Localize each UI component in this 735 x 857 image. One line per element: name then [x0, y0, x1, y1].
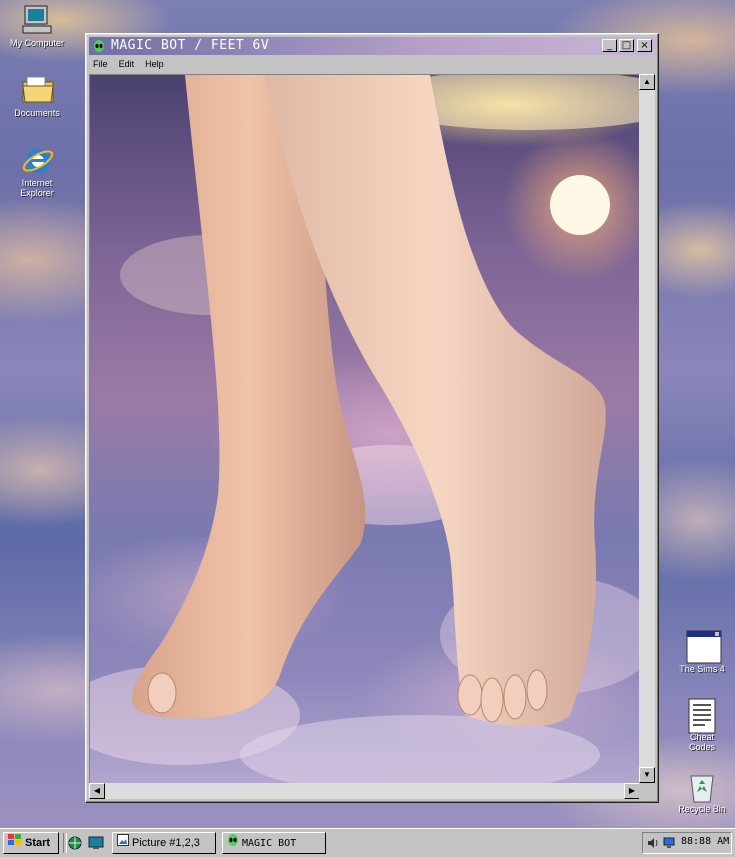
desktop-icon-cheat-codes[interactable]: Cheat Codes: [665, 698, 735, 752]
picture-icon: [117, 833, 129, 853]
desktop-icon-label: Cheat Codes: [688, 732, 715, 752]
scroll-up-button[interactable]: ▲: [639, 74, 655, 90]
window-app-icon: [686, 630, 722, 664]
menu-file[interactable]: File: [89, 57, 112, 72]
desktop-icon-recycle-bin[interactable]: Recycle Bin: [665, 770, 735, 814]
computer-icon: [21, 4, 53, 36]
scroll-left-button[interactable]: ◀: [89, 783, 105, 799]
minimize-button[interactable]: _: [602, 39, 617, 52]
desktop-icon-label: Internet Explorer: [20, 178, 54, 198]
size-grip[interactable]: [639, 783, 655, 799]
desktop-icon[interactable]: [88, 836, 104, 853]
browser-globe-icon[interactable]: [68, 836, 82, 853]
desktop-icon-label: Documents: [14, 108, 60, 118]
clock[interactable]: 88:88 AM: [681, 836, 729, 847]
menu-edit[interactable]: Edit: [115, 57, 139, 72]
maximize-button[interactable]: □: [619, 39, 634, 52]
taskbar: Start Picture #1,2,3 MAGIC BOT 88:88 AM: [0, 828, 735, 857]
close-button[interactable]: ×: [637, 39, 652, 52]
desktop-icon-internet-explorer[interactable]: Internet Explorer: [0, 144, 74, 198]
scroll-down-button[interactable]: ▼: [639, 767, 655, 783]
scroll-right-button[interactable]: ▶: [624, 783, 640, 799]
task-picture[interactable]: Picture #1,2,3: [112, 832, 216, 854]
alien-icon: [227, 833, 239, 853]
monitor-icon[interactable]: [663, 837, 675, 852]
window-titlebar[interactable]: MAGIC BOT / FEET 6V _ □ ×: [89, 37, 655, 55]
task-label: Picture #1,2,3: [132, 837, 200, 849]
task-label: MAGIC BOT: [242, 838, 297, 849]
ie-icon: [21, 144, 54, 176]
alien-icon: [93, 40, 105, 52]
quick-launch-divider: [63, 833, 67, 853]
task-magic-bot[interactable]: MAGIC BOT: [222, 832, 326, 854]
desktop-icon-documents[interactable]: Documents: [0, 74, 74, 118]
recycle-bin-icon: [686, 770, 718, 803]
menu-bar: File Edit Help: [89, 57, 655, 72]
desktop-icon-label: My Computer: [9, 38, 64, 48]
window-title: MAGIC BOT / FEET 6V: [111, 38, 270, 53]
windows-logo-icon: [8, 833, 22, 853]
start-label: Start: [25, 837, 51, 849]
folder-icon: [21, 74, 54, 106]
speaker-icon[interactable]: [647, 837, 659, 852]
feet-in-clouds-image: [90, 75, 641, 784]
desktop-icon-the-sims-4[interactable]: The Sims 4: [665, 630, 735, 674]
magic-bot-window: MAGIC BOT / FEET 6V _ □ × File Edit Help: [85, 33, 659, 803]
desktop: My Computer Documents Internet Explorer: [0, 0, 735, 828]
system-tray: 88:88 AM: [642, 832, 732, 854]
start-button[interactable]: Start: [3, 832, 59, 854]
desktop-icon-my-computer[interactable]: My Computer: [0, 4, 74, 48]
image-viewport: [89, 74, 642, 785]
text-file-icon: [686, 698, 718, 734]
menu-help[interactable]: Help: [141, 57, 168, 72]
desktop-icon-label: Recycle Bin: [678, 804, 726, 814]
desktop-icon-label: The Sims 4: [679, 664, 725, 674]
vertical-scrollbar[interactable]: ▲ ▼: [639, 74, 655, 783]
horizontal-scrollbar[interactable]: ◀ ▶: [89, 783, 640, 799]
